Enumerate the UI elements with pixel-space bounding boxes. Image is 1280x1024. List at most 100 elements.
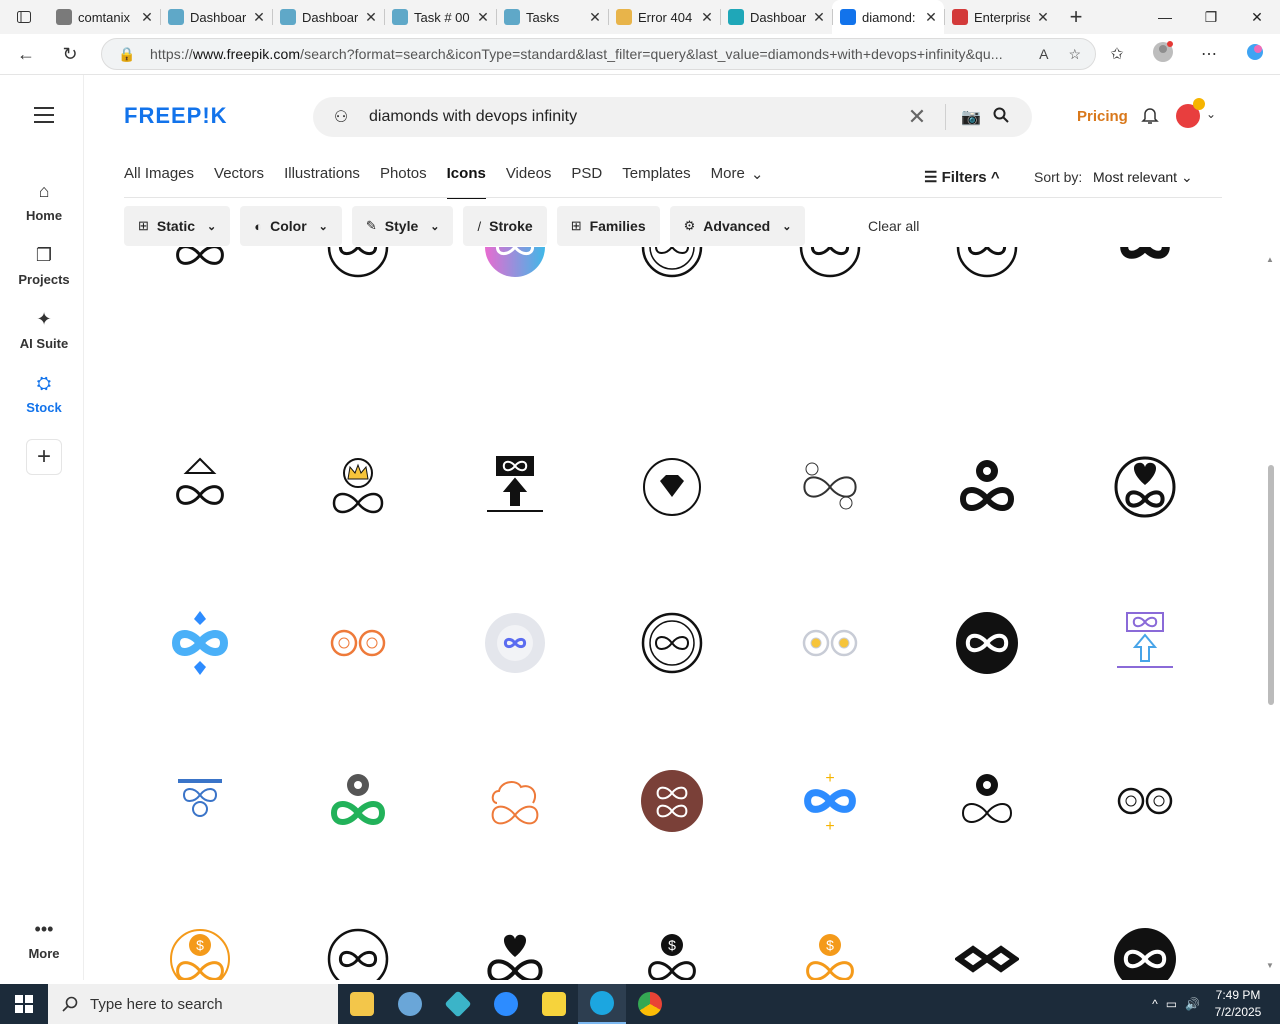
nav-more[interactable]: ••• More: [4, 919, 84, 961]
infinity-circle-outline-icon[interactable]: [955, 247, 1019, 279]
favorites-icon[interactable]: ✩: [1098, 44, 1136, 64]
heart-infinity-circle-icon[interactable]: [1113, 455, 1177, 519]
asset-type-icon[interactable]: ⚇: [313, 107, 369, 127]
filter-chip[interactable]: ⊞ Static ⌄: [124, 206, 231, 246]
filter-chip[interactable]: ⚙ Advanced ⌄: [669, 206, 806, 246]
create-plus-button[interactable]: +: [26, 439, 62, 475]
type-tab[interactable]: PSD: [571, 165, 602, 199]
tab-close-icon[interactable]: ✕: [364, 9, 378, 26]
app-diamond-icon[interactable]: [434, 984, 482, 1024]
hamburger-menu-icon[interactable]: [34, 107, 54, 128]
tab-close-icon[interactable]: ✕: [812, 9, 826, 26]
read-aloud-icon[interactable]: A: [1039, 46, 1048, 63]
gear-infinity-grey-icon[interactable]: [483, 611, 547, 675]
tray-chevron-up-icon[interactable]: ^: [1152, 997, 1158, 1011]
dollar-infinity-orange-icon[interactable]: $: [168, 927, 232, 980]
notification-bell-icon[interactable]: [1141, 106, 1159, 129]
url-field[interactable]: 🔒 https://www.freepik.com/search?format=…: [101, 38, 1096, 70]
infinity-diamond-blue-icon[interactable]: [168, 611, 232, 675]
profile-avatar-icon[interactable]: [1144, 40, 1182, 68]
tab-actions-button[interactable]: [0, 0, 48, 34]
tab-close-icon[interactable]: ✕: [252, 9, 266, 26]
infinity-circle-outline-icon[interactable]: [326, 247, 390, 279]
back-arrow-icon[interactable]: ←: [6, 38, 46, 70]
chrome-browser-icon[interactable]: [626, 984, 674, 1024]
clear-all-button[interactable]: Clear all: [868, 218, 919, 234]
restore-icon[interactable]: ❐: [1188, 0, 1234, 34]
gear-infinity-arrows-icon[interactable]: [955, 769, 1019, 833]
browser-tab[interactable]: Task # 00 ✕: [384, 0, 496, 34]
sort-dropdown[interactable]: Most relevant ⌄: [1093, 169, 1193, 186]
minimize-icon[interactable]: —: [1142, 0, 1188, 34]
infinity-chain-solid-icon[interactable]: [953, 927, 1021, 980]
cloud-infinity-orange-icon[interactable]: [483, 769, 547, 833]
type-tab[interactable]: Templates: [622, 165, 690, 199]
dollar-infinity-gold-icon[interactable]: $: [798, 927, 862, 980]
nav-ai-suite[interactable]: ✦ AI Suite: [4, 309, 84, 351]
edge-browser-icon[interactable]: [578, 984, 626, 1024]
filter-chip[interactable]: ◐ Color ⌄: [240, 206, 342, 246]
gears-infinity-orange-icon[interactable]: [326, 611, 390, 675]
scroll-down-arrow-icon[interactable]: ▼: [1266, 961, 1274, 970]
browser-tab[interactable]: Error 404 ✕: [608, 0, 720, 34]
browser-tab[interactable]: Dashboar ✕: [160, 0, 272, 34]
tab-close-icon[interactable]: ✕: [140, 9, 154, 26]
pricing-link[interactable]: Pricing: [1077, 108, 1128, 125]
file-explorer-icon[interactable]: [338, 984, 386, 1024]
nav-stock[interactable]: ⛭ Stock: [4, 373, 84, 415]
browser-tab[interactable]: comtanix ✕: [48, 0, 160, 34]
infinity-cycle-outline-icon[interactable]: [640, 611, 704, 675]
browser-tab[interactable]: diamond: ✕: [832, 0, 944, 34]
sticky-notes-icon[interactable]: [530, 984, 578, 1024]
tab-close-icon[interactable]: ✕: [1036, 9, 1050, 26]
tab-close-icon[interactable]: ✕: [476, 9, 490, 26]
type-tab[interactable]: Photos: [380, 165, 427, 199]
clear-search-icon[interactable]: ✕: [899, 104, 935, 130]
type-tab[interactable]: Icons: [446, 165, 486, 199]
infinity-circle-outline-icon[interactable]: [798, 247, 862, 279]
filter-chip[interactable]: ✎ Style ⌄: [351, 206, 454, 246]
reload-icon[interactable]: ↻: [50, 38, 90, 70]
type-tab[interactable]: Videos: [506, 165, 552, 199]
user-avatar[interactable]: [1176, 98, 1205, 128]
gears-cycle-outline-icon[interactable]: [1113, 769, 1177, 833]
chevron-down-icon[interactable]: ⌄: [751, 165, 764, 199]
paint-icon[interactable]: [386, 984, 434, 1024]
infinity-diamond-solid-icon[interactable]: [1113, 247, 1177, 279]
infinity-stars-badge-icon[interactable]: [955, 611, 1019, 675]
heart-infinity-solid-icon[interactable]: [483, 927, 547, 980]
dollar-infinity-black-icon[interactable]: $: [640, 927, 704, 980]
infinity-arrow-flow-color-icon[interactable]: [1113, 611, 1177, 675]
search-icon[interactable]: [986, 107, 1016, 128]
infinity-arrow-up-flow-icon[interactable]: [483, 455, 547, 519]
camera-search-icon[interactable]: 📷: [956, 107, 986, 127]
diamond-cycle-outline-icon[interactable]: [640, 455, 704, 519]
tab-close-icon[interactable]: ✕: [700, 9, 714, 26]
taskbar-search-box[interactable]: Type here to search: [48, 984, 338, 1024]
favorite-star-icon[interactable]: ☆: [1068, 46, 1081, 63]
infinity-circle-outline-icon[interactable]: [326, 927, 390, 980]
infinity-triangle-outline-icon[interactable]: [168, 247, 232, 279]
page-scrollbar[interactable]: ▲ ▼: [1266, 255, 1276, 975]
filter-chip[interactable]: ⊞ Families: [556, 206, 660, 246]
search-input[interactable]: [369, 108, 899, 126]
filter-chip[interactable]: / Stroke: [463, 206, 547, 246]
gears-infinity-light-icon[interactable]: [798, 611, 862, 675]
gear-infinity-solid-icon[interactable]: [955, 455, 1019, 519]
browser-tab[interactable]: Enterprise ✕: [944, 0, 1056, 34]
crown-infinity-outline-icon[interactable]: [326, 455, 390, 519]
nav-projects[interactable]: ❐ Projects: [4, 245, 84, 287]
gear-infinity-green-icon[interactable]: [326, 769, 390, 833]
type-tab[interactable]: All Images: [124, 165, 194, 199]
scrollbar-thumb[interactable]: [1268, 465, 1274, 705]
infinity-plus-blue-icon[interactable]: + +: [798, 769, 862, 835]
browser-tab[interactable]: Tasks ✕: [496, 0, 608, 34]
zoom-icon[interactable]: [482, 984, 530, 1024]
infinity-badge-outline-icon[interactable]: [640, 247, 704, 279]
type-tab[interactable]: More: [711, 165, 745, 199]
infinity-stack-blue-icon[interactable]: [168, 769, 232, 833]
volume-icon[interactable]: 🔊: [1185, 997, 1200, 1011]
copilot-icon[interactable]: [1236, 42, 1274, 67]
tab-close-icon[interactable]: ✕: [924, 9, 938, 26]
scroll-up-arrow-icon[interactable]: ▲: [1266, 255, 1274, 264]
